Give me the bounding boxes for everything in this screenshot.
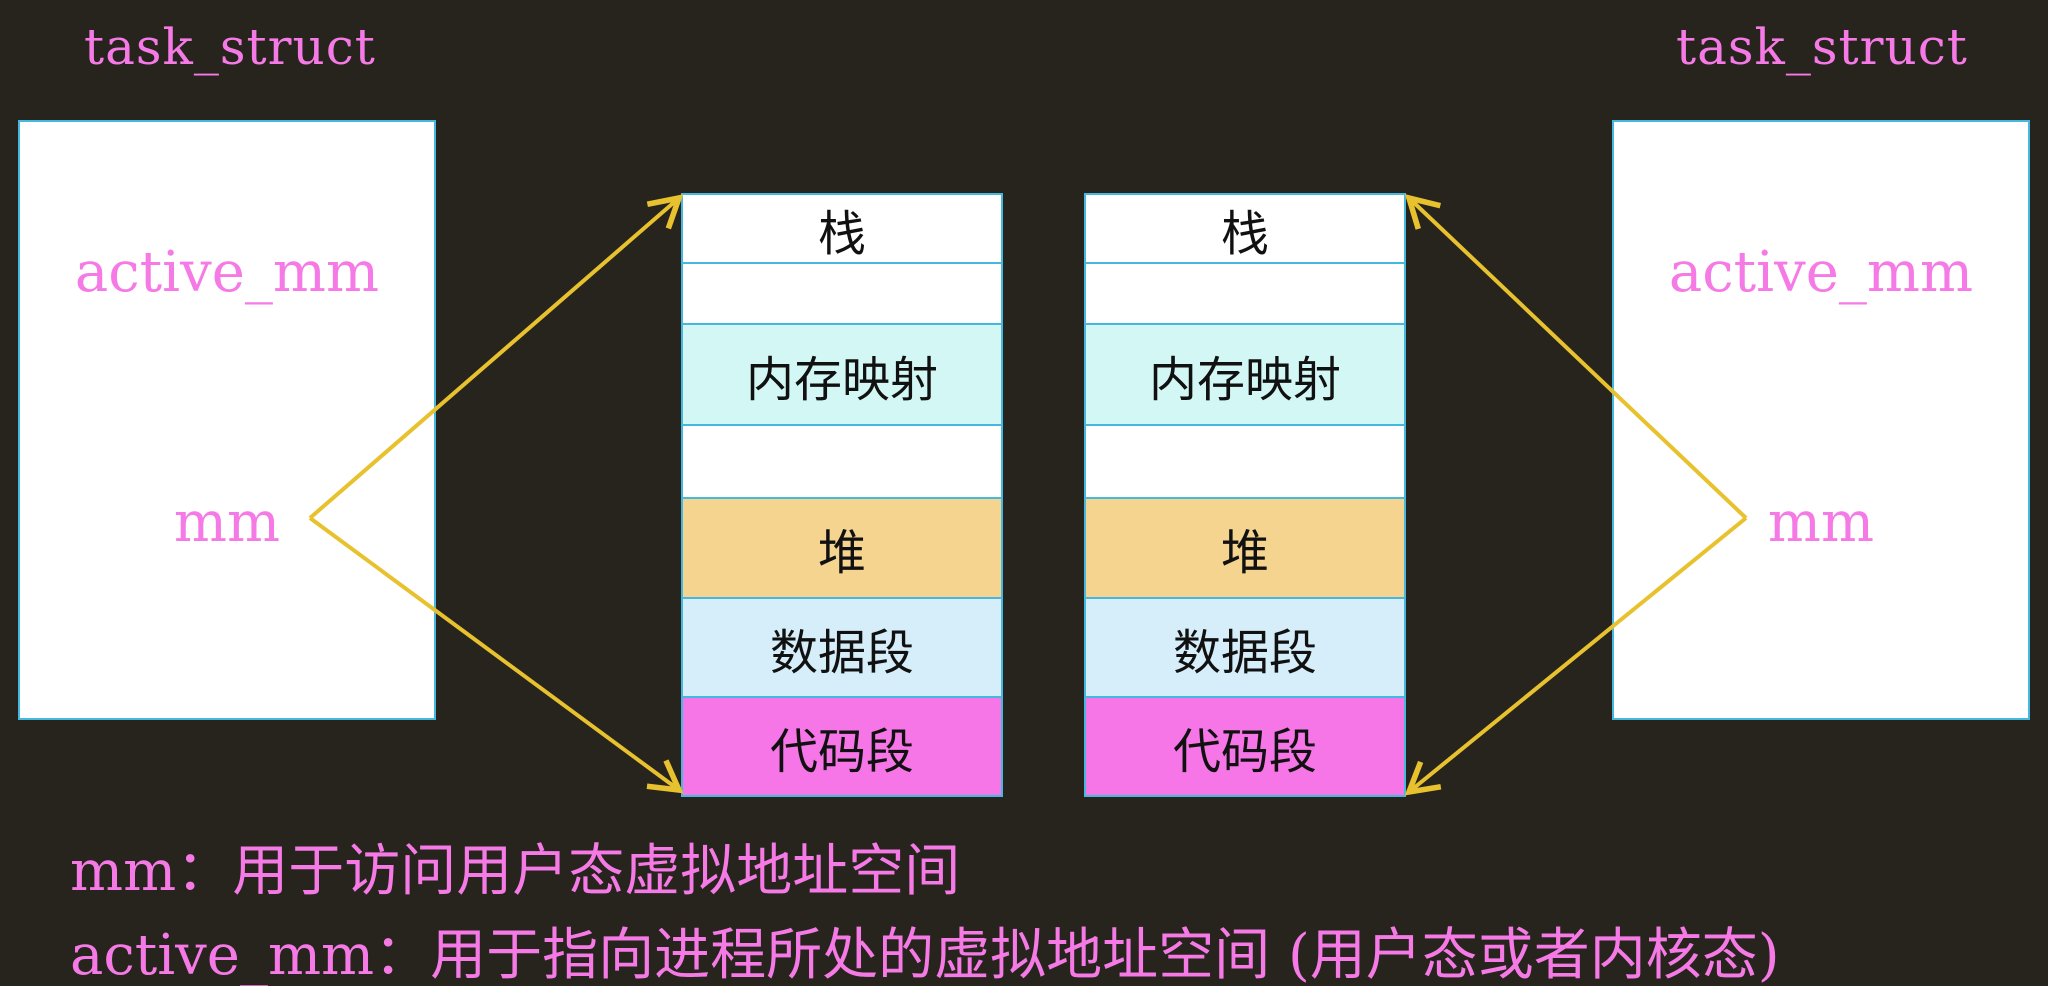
left-arrow-to-stack — [308, 194, 684, 520]
left-arrow-to-code — [308, 516, 684, 794]
caption-mm: mm：用于访问用户态虚拟地址空间 — [70, 839, 961, 904]
diagram-canvas: task_struct active_mm mm task_struct act… — [0, 0, 2048, 986]
right-arrow-to-code — [1404, 516, 1748, 796]
caption-active-mm: active_mm：用于指向进程所处的虚拟地址空间 (用户态或者内核态) — [70, 923, 1780, 986]
right-arrow-to-stack — [1404, 194, 1748, 520]
